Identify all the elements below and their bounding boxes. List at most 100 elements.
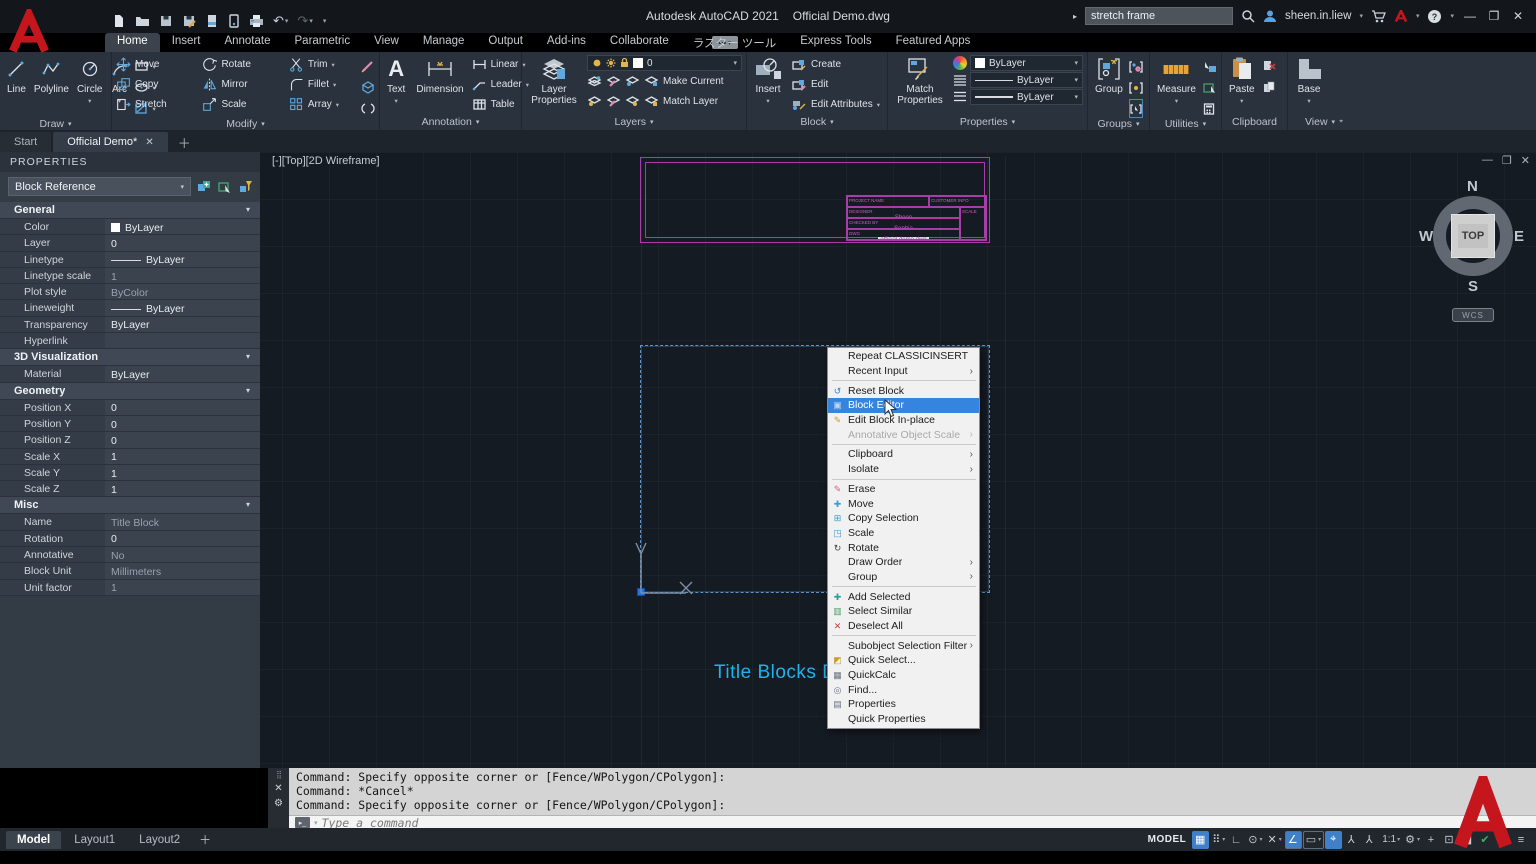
context-menu-item[interactable]: ↻ Rotate bbox=[828, 540, 979, 555]
save-as-icon[interactable] bbox=[182, 14, 196, 28]
group-edit-button[interactable] bbox=[1129, 78, 1143, 97]
property-row[interactable]: Hyperlink bbox=[0, 333, 260, 349]
new-layout-button[interactable]: ＋ bbox=[191, 831, 219, 848]
paste-button[interactable]: Paste ▾ bbox=[1226, 55, 1258, 114]
property-row[interactable]: 3D Visualization ▾ bbox=[0, 349, 260, 366]
edit-block-button[interactable]: Edit bbox=[791, 75, 880, 94]
caret-down-icon[interactable]: ▾ bbox=[1416, 12, 1420, 20]
undo-icon[interactable]: ↶▾ bbox=[273, 13, 288, 29]
property-row[interactable]: Plot style ByColor bbox=[0, 284, 260, 300]
cut-button[interactable] bbox=[1262, 57, 1276, 76]
viewport-controls[interactable]: [-][Top][2D Wireframe] bbox=[272, 155, 380, 167]
customize-quick-access-icon[interactable]: ▾ bbox=[323, 17, 327, 25]
customize-command-icon[interactable]: ⚙ bbox=[274, 798, 283, 809]
copy-clip-button[interactable] bbox=[1262, 78, 1276, 97]
context-menu-item[interactable]: Recent Input › bbox=[828, 364, 979, 379]
close-command-icon[interactable]: ✕ bbox=[274, 783, 282, 794]
ribbon-tab[interactable]: Featured Apps bbox=[884, 33, 983, 52]
property-row[interactable]: Annotative No bbox=[0, 547, 260, 563]
autodesk-account-icon[interactable] bbox=[1394, 10, 1408, 22]
caret-down-icon[interactable]: ▾ bbox=[1450, 12, 1454, 20]
caret-down-icon[interactable]: ▾ bbox=[1359, 12, 1363, 20]
caret-down-icon[interactable]: ▾ bbox=[309, 17, 313, 25]
property-row[interactable]: Scale X 1 bbox=[0, 449, 260, 465]
redo-icon[interactable]: ↷▾ bbox=[297, 13, 312, 29]
section-collapse-icon[interactable]: ▾ bbox=[246, 386, 250, 395]
scale-button[interactable]: Scale bbox=[202, 95, 282, 114]
panel-label-draw[interactable]: Draw▾ bbox=[0, 118, 111, 130]
property-row[interactable]: Layer 0 bbox=[0, 235, 260, 251]
caret-down-icon[interactable]: ▾ bbox=[314, 819, 318, 827]
ribbon-tab[interactable]: Collaborate bbox=[598, 33, 681, 52]
property-row[interactable]: Block Unit Millimeters bbox=[0, 563, 260, 579]
status-toggle[interactable]: ✕ ▾ bbox=[1266, 831, 1284, 849]
explode-button[interactable] bbox=[360, 78, 375, 97]
property-row[interactable]: Geometry ▾ bbox=[0, 383, 260, 400]
property-row[interactable]: Scale Y 1 bbox=[0, 465, 260, 481]
status-toggle[interactable]: + bbox=[1423, 831, 1440, 849]
panel-label-annotation[interactable]: Annotation▾ bbox=[380, 114, 521, 130]
section-collapse-icon[interactable]: ▾ bbox=[246, 352, 250, 361]
ribbon-tab[interactable]: Output bbox=[476, 33, 535, 52]
line-button[interactable]: Line bbox=[4, 55, 29, 118]
object-color-dropdown[interactable]: ByLayer ▾ bbox=[970, 55, 1083, 71]
layout-tab[interactable]: Layout2 bbox=[128, 831, 191, 849]
close-button[interactable]: ✕ bbox=[1510, 9, 1526, 23]
make-current-button[interactable]: Make Current bbox=[587, 72, 742, 91]
context-menu-item[interactable]: Subobject Selection Filter › bbox=[828, 638, 979, 653]
minimize-button[interactable]: — bbox=[1462, 9, 1478, 23]
panel-label-view[interactable]: View▾⌖ bbox=[1288, 114, 1360, 130]
lineweight-dropdown[interactable]: ByLayer ▾ bbox=[970, 89, 1083, 105]
compass-north[interactable]: N bbox=[1467, 178, 1478, 195]
context-menu-item[interactable]: Group › bbox=[828, 570, 979, 585]
search-icon[interactable] bbox=[1241, 9, 1255, 23]
open-file-icon[interactable] bbox=[135, 14, 150, 28]
section-collapse-icon[interactable]: ▾ bbox=[246, 205, 250, 214]
property-row[interactable]: Color ByLayer bbox=[0, 219, 260, 235]
object-type-dropdown[interactable]: Block Reference ▾ bbox=[8, 177, 191, 196]
close-tab-icon[interactable]: ✕ bbox=[145, 137, 153, 148]
polyline-button[interactable]: Polyline bbox=[31, 55, 72, 118]
panel-label-properties[interactable]: Properties▾ bbox=[888, 114, 1087, 130]
help-icon[interactable]: ? bbox=[1427, 9, 1442, 24]
status-toggle[interactable]: ⌖ bbox=[1325, 831, 1342, 849]
array-button[interactable]: Array▾ bbox=[289, 95, 354, 114]
property-row[interactable]: Scale Z 1 bbox=[0, 481, 260, 497]
context-menu-item[interactable]: ◳ Scale bbox=[828, 526, 979, 541]
match-properties-button[interactable]: Match Properties bbox=[892, 55, 948, 114]
context-menu-item[interactable]: Draw Order › bbox=[828, 555, 979, 570]
group-selection-toggle[interactable] bbox=[1129, 99, 1143, 118]
context-menu-item[interactable]: ✎ Erase bbox=[828, 482, 979, 497]
new-drawing-tab-button[interactable]: ＋ bbox=[170, 133, 199, 152]
stretch-button[interactable]: Stretch bbox=[116, 95, 196, 114]
new-file-icon[interactable] bbox=[112, 14, 126, 28]
viewport-minimize-icon[interactable]: — bbox=[1482, 154, 1493, 167]
ribbon-tab[interactable]: Manage bbox=[411, 33, 477, 52]
file-tab[interactable]: Official Demo* ✕ bbox=[53, 132, 168, 152]
context-menu-item[interactable]: Annotative Object Scale › bbox=[828, 427, 979, 442]
property-row[interactable]: Linetype ByLayer bbox=[0, 252, 260, 268]
viewcube-top-face[interactable]: TOP bbox=[1451, 214, 1495, 258]
context-menu-item[interactable]: ✚ Add Selected bbox=[828, 589, 979, 604]
create-block-button[interactable]: Create bbox=[791, 55, 880, 74]
measure-button[interactable]: Measure ▾ bbox=[1154, 55, 1199, 118]
context-menu-item[interactable]: Repeat CLASSICINSERT bbox=[828, 349, 979, 364]
palette-title[interactable]: PROPERTIES bbox=[0, 152, 260, 172]
linetype-dropdown[interactable]: ByLayer ▾ bbox=[970, 72, 1083, 88]
layout-tab[interactable]: Model bbox=[6, 831, 61, 849]
ribbon-tab[interactable]: Annotate bbox=[212, 33, 282, 52]
status-toggle[interactable]: 1:1 ▾ bbox=[1379, 831, 1402, 849]
quick-select-button[interactable] bbox=[1203, 78, 1217, 97]
ungroup-button[interactable] bbox=[1129, 57, 1143, 76]
erase-button[interactable] bbox=[360, 57, 375, 76]
table-button[interactable]: Table bbox=[472, 95, 529, 114]
viewport-restore-icon[interactable]: ❐ bbox=[1502, 154, 1512, 167]
status-toggle[interactable]: ∠ bbox=[1285, 831, 1302, 849]
trim-button[interactable]: Trim▾ bbox=[289, 55, 354, 74]
base-button[interactable]: Base ▾ bbox=[1292, 55, 1326, 114]
compass-south[interactable]: S bbox=[1468, 278, 1478, 295]
share-view-icon[interactable] bbox=[228, 14, 240, 28]
ribbon-tab[interactable]: Add-ins bbox=[535, 33, 598, 52]
panel-label-layers[interactable]: Layers▾ bbox=[522, 114, 746, 130]
property-row[interactable]: Misc ▾ bbox=[0, 497, 260, 514]
